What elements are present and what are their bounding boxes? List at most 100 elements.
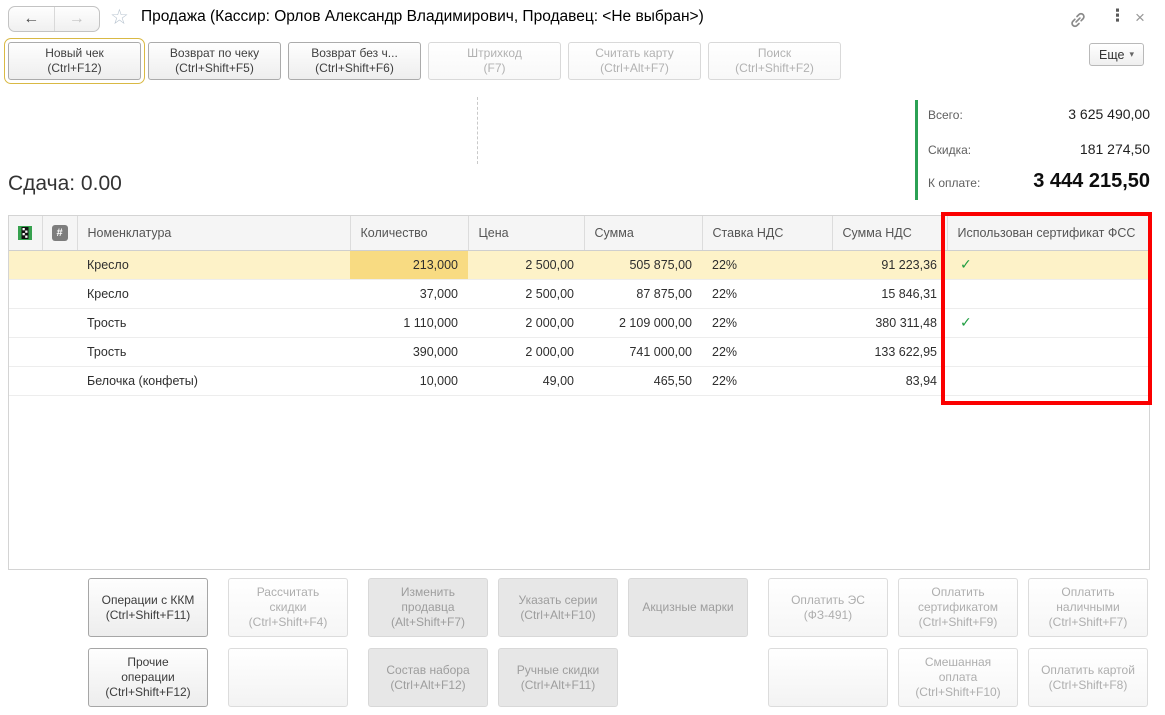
row-marker-cell[interactable] xyxy=(9,250,42,280)
column-header-vat-rate[interactable]: Ставка НДС xyxy=(702,216,833,251)
button-label: Рассчитать скидки xyxy=(256,585,320,614)
button-shortcut: (Ctrl+Shift+F9) xyxy=(918,615,998,629)
table-row: Кресло 213,000 2 500,00 505 875,00 22% 91 223… xyxy=(9,250,1149,280)
price-cell[interactable]: 49,00 xyxy=(468,366,584,396)
pay-certificate-button: Оплатить сертификатом (Ctrl+Shift+F9) xyxy=(898,578,1018,637)
column-header-sum[interactable]: Сумма xyxy=(584,216,703,251)
quantity-cell[interactable]: 10,000 xyxy=(350,366,468,396)
button-shortcut: (Ctrl+Shift+F5) xyxy=(175,61,254,75)
row-number-cell[interactable] xyxy=(42,279,77,309)
vat-rate-cell[interactable]: 22% xyxy=(702,337,832,367)
forward-button[interactable]: → xyxy=(53,7,100,31)
price-cell[interactable]: 2 500,00 xyxy=(468,250,584,280)
row-marker-cell[interactable] xyxy=(9,366,42,396)
vat-sum-cell[interactable]: 133 622,95 xyxy=(832,337,947,367)
button-shortcut: (Ctrl+Alt+F12) xyxy=(390,677,466,692)
quantity-cell[interactable]: 37,000 xyxy=(350,279,468,309)
total-label: Скидка: xyxy=(928,143,972,157)
vat-sum-cell[interactable]: 15 846,31 xyxy=(832,279,947,309)
column-header-qty[interactable]: Количество xyxy=(350,216,469,251)
button-label: Акцизные марки xyxy=(642,600,734,614)
button-shortcut: (Ctrl+Shift+F4) xyxy=(248,615,328,629)
actions-row-1: Операции с ККМ (Ctrl+Shift+F11) Рассчитать… xyxy=(88,578,1148,637)
close-icon[interactable]: × xyxy=(1135,8,1145,28)
column-header-vat-sum[interactable]: Сумма НДС xyxy=(832,216,948,251)
quantity-cell[interactable]: 1 110,000 xyxy=(350,308,468,338)
vat-sum-cell[interactable]: 380 311,48 xyxy=(832,308,947,338)
button-label: Оплатить сертификатом xyxy=(917,585,999,614)
set-contents-button: Состав набора (Ctrl+Alt+F12) xyxy=(368,648,488,707)
price-cell[interactable]: 2 500,00 xyxy=(468,279,584,309)
sum-cell[interactable]: 2 109 000,00 xyxy=(584,308,702,338)
fss-certificate-cell[interactable] xyxy=(947,366,1149,396)
return-without-receipt-button[interactable]: Возврат без ч... (Ctrl+Shift+F6) xyxy=(288,42,421,80)
barcode-button: Штрихкод (F7) xyxy=(428,42,561,80)
other-operations-button[interactable]: Прочие операции (Ctrl+Shift+F12) xyxy=(88,648,208,707)
fss-certificate-cell[interactable] xyxy=(947,337,1149,367)
fss-certificate-cell[interactable] xyxy=(947,279,1149,309)
new-receipt-button[interactable]: Новый чек (Ctrl+F12) xyxy=(4,38,145,84)
kkm-operations-button[interactable]: Операции с ККМ (Ctrl+Shift+F11) xyxy=(88,578,208,637)
row-marker-cell[interactable] xyxy=(9,308,42,338)
item-name-cell[interactable]: Кресло xyxy=(77,250,350,280)
change-amount-label: Сдача: 0.00 xyxy=(8,172,122,195)
pay-card-button: Оплатить картой (Ctrl+Shift+F8) xyxy=(1028,648,1148,707)
button-label: Смешанная оплата xyxy=(924,655,992,684)
row-marker-icon xyxy=(17,225,33,240)
favorite-star-icon[interactable]: ☆ xyxy=(110,5,129,30)
total-row: Всего: 3 625 490,00 xyxy=(928,106,1150,122)
button-shortcut: (Ctrl+Alt+F10) xyxy=(520,607,596,622)
sum-cell[interactable]: 505 875,00 xyxy=(584,250,702,280)
history-nav-group: ← → xyxy=(8,6,100,32)
link-icon[interactable] xyxy=(1069,11,1087,34)
column-header-name[interactable]: Номенклатура xyxy=(77,216,351,251)
item-name-cell[interactable]: Трость xyxy=(77,337,350,367)
column-header-fss[interactable]: Использован сертификат ФСС xyxy=(947,216,1149,251)
pay-es-button: Оплатить ЭС (ФЗ-491) xyxy=(768,578,888,637)
return-by-receipt-button[interactable]: Возврат по чеку (Ctrl+Shift+F5) xyxy=(148,42,281,80)
excise-stamps-button: Акцизные марки xyxy=(628,578,748,637)
vat-sum-cell[interactable]: 83,94 xyxy=(832,366,947,396)
back-button[interactable]: ← xyxy=(9,7,54,31)
fss-check-icon[interactable]: ✓ xyxy=(947,250,1149,280)
table-row: Кресло 37,000 2 500,00 87 875,00 22% 15 846,3… xyxy=(9,279,1149,309)
toolbar-buttons: Новый чек (Ctrl+F12) Возврат по чеку (Ctrl+… xyxy=(4,38,841,84)
vat-rate-cell[interactable]: 22% xyxy=(702,250,832,280)
row-marker-cell[interactable] xyxy=(9,337,42,367)
item-name-cell[interactable]: Кресло xyxy=(77,279,350,309)
row-number-cell[interactable] xyxy=(42,250,77,280)
quantity-cell[interactable]: 213,000 xyxy=(350,250,468,280)
pay-cash-button: Оплатить наличными (Ctrl+Shift+F7) xyxy=(1028,578,1148,637)
items-table-container: # Номенклатура Количество Цена Сумма Ставка Н… xyxy=(8,215,1150,570)
sum-cell[interactable]: 465,50 xyxy=(584,366,702,396)
total-label: Всего: xyxy=(928,108,963,122)
more-menu-icon[interactable]: ⋮ xyxy=(1109,6,1126,26)
row-number-cell[interactable] xyxy=(42,337,77,367)
pos-sale-window: ← → ☆ Продажа (Кассир: Орлов Александр В… xyxy=(0,0,1165,715)
button-label: Изменить продавца xyxy=(400,585,456,614)
sum-cell[interactable]: 87 875,00 xyxy=(584,279,702,309)
price-cell[interactable]: 2 000,00 xyxy=(468,308,584,338)
button-label: Прочие операции xyxy=(121,655,175,684)
more-button[interactable]: Еще ▾ xyxy=(1089,43,1144,66)
row-number-column-header[interactable]: # xyxy=(42,216,78,251)
item-name-cell[interactable]: Белочка (конфеты) xyxy=(77,366,350,396)
column-header-price[interactable]: Цена xyxy=(468,216,585,251)
row-number-icon: # xyxy=(51,224,68,241)
price-cell[interactable]: 2 000,00 xyxy=(468,337,584,367)
button-label: Новый чек xyxy=(45,46,104,60)
fss-check-icon[interactable]: ✓ xyxy=(947,308,1149,338)
button-label: Ручные скидки xyxy=(516,662,600,677)
vat-sum-cell[interactable]: 91 223,36 xyxy=(832,250,947,280)
row-number-cell[interactable] xyxy=(42,366,77,396)
actions-row-2: Прочие операции (Ctrl+Shift+F12) Состав на… xyxy=(88,648,1148,707)
row-marker-column-header[interactable] xyxy=(9,216,43,251)
row-marker-cell[interactable] xyxy=(9,279,42,309)
sum-cell[interactable]: 741 000,00 xyxy=(584,337,702,367)
row-number-cell[interactable] xyxy=(42,308,77,338)
vat-rate-cell[interactable]: 22% xyxy=(702,308,832,338)
vat-rate-cell[interactable]: 22% xyxy=(702,366,832,396)
item-name-cell[interactable]: Трость xyxy=(77,308,350,338)
quantity-cell[interactable]: 390,000 xyxy=(350,337,468,367)
vat-rate-cell[interactable]: 22% xyxy=(702,279,832,309)
